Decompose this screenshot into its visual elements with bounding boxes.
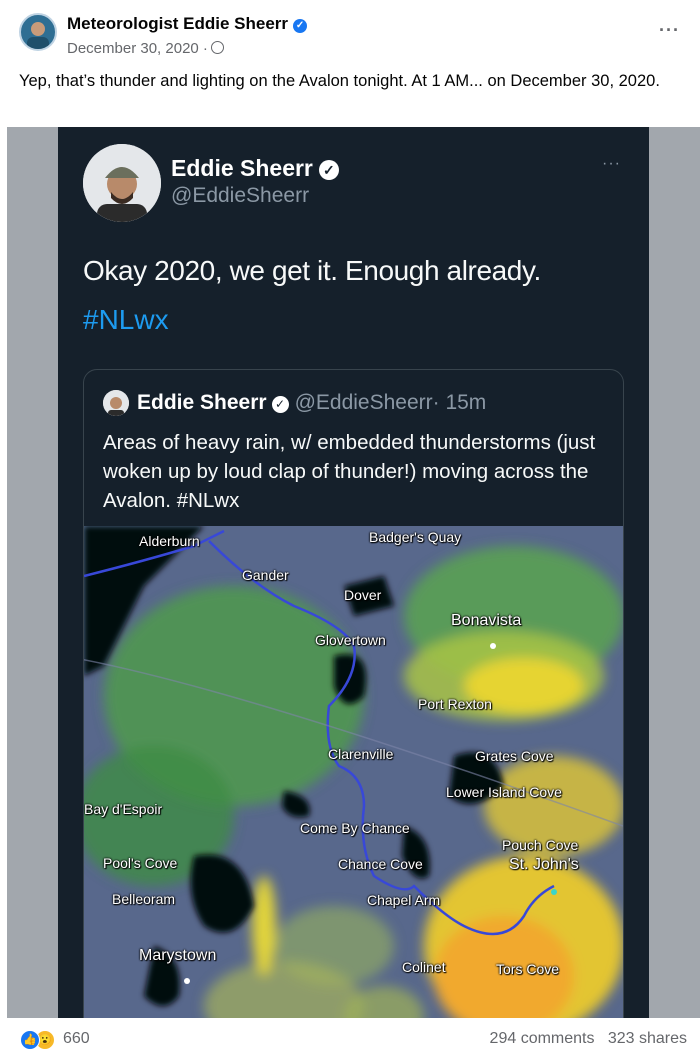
map-label: Chance Cove — [338, 856, 423, 872]
map-label: Lower Island Cove — [446, 784, 562, 800]
map-label: Pouch Cove — [502, 837, 579, 853]
tweet-hashtag-link[interactable]: #NLwx — [83, 304, 169, 336]
tweet-avatar[interactable] — [83, 144, 161, 222]
map-label: Grates Cove — [475, 748, 554, 764]
tweet-more-icon[interactable]: ··· — [602, 155, 621, 173]
map-label: Colinet — [402, 959, 446, 975]
radar-map-image[interactable]: Alderburn Badger's Quay Gander Dover Bon… — [84, 526, 623, 1018]
quoted-avatar[interactable] — [103, 390, 129, 416]
post-date[interactable]: December 30, 2020 · — [67, 40, 224, 57]
like-reaction-icon[interactable]: 👍 — [20, 1030, 40, 1050]
engagement-summary: 294 comments 323 shares — [490, 1030, 687, 1048]
verified-badge-icon: ✓ — [293, 19, 308, 33]
quoted-author-handle[interactable]: @EddieSheerr — [295, 391, 433, 414]
map-label: Badger's Quay — [369, 529, 462, 545]
comments-link[interactable]: 294 comments — [490, 1030, 595, 1047]
reactions-bar: 👍 😮 660 294 comments 323 shares — [0, 1018, 700, 1062]
globe-icon — [210, 41, 224, 54]
tweet-text: Okay 2020, we get it. Enough already. — [83, 255, 541, 286]
shares-link[interactable]: 323 shares — [608, 1030, 687, 1047]
map-label: St. John's — [509, 856, 579, 873]
post-date-text[interactable]: December 30, 2020 · — [67, 40, 208, 57]
more-options-icon[interactable]: ··· — [659, 20, 680, 41]
tweet-author-name[interactable]: Eddie Sheerr ✓ — [171, 155, 339, 182]
map-label: Port Rexton — [418, 696, 492, 712]
tweet-card: Eddie Sheerr ✓ @EddieSheerr ··· Okay 2020… — [58, 127, 649, 1018]
post-caption: Yep, that’s thunder and lighting on the … — [19, 72, 660, 90]
map-label: Alderburn — [139, 533, 200, 549]
tweet-author-name-text[interactable]: Eddie Sheerr — [171, 155, 313, 181]
reaction-count[interactable]: 660 — [63, 1030, 90, 1048]
map-label: Bonavista — [451, 612, 522, 629]
map-label: Gander — [242, 567, 289, 583]
quoted-timestamp[interactable]: · 15m — [433, 391, 487, 414]
map-label: Belleoram — [112, 891, 176, 907]
map-label: Bay d'Espoir — [84, 801, 163, 817]
author-avatar[interactable] — [19, 13, 57, 51]
author-name-text[interactable]: Meteorologist Eddie Sheerr — [67, 14, 288, 33]
map-label: Marystown — [139, 947, 217, 964]
quoted-text: Areas of heavy rain, w/ embedded thunder… — [103, 431, 596, 512]
tweet-author-handle[interactable]: @EddieSheerr — [171, 184, 309, 208]
map-label: Glovertown — [315, 632, 386, 648]
post-header: Meteorologist Eddie Sheerr ✓ December 30,… — [0, 0, 700, 62]
quoted-header: Eddie Sheerr ✓ @EddieSheerr· 15m — [137, 391, 486, 415]
verified-badge-icon: ✓ — [318, 160, 339, 180]
quoted-author-name[interactable]: Eddie Sheerr — [137, 391, 267, 414]
map-label: Dover — [344, 587, 382, 603]
verified-badge-icon: ✓ — [271, 396, 289, 413]
map-label: Clarenville — [328, 746, 394, 762]
author-name[interactable]: Meteorologist Eddie Sheerr ✓ — [67, 14, 308, 34]
map-label: Tors Cove — [496, 961, 560, 977]
quoted-tweet[interactable]: Eddie Sheerr ✓ @EddieSheerr· 15m Areas of … — [83, 369, 624, 1018]
map-label: Chapel Arm — [367, 892, 441, 908]
map-label: Pool's Cove — [103, 855, 178, 871]
map-label: Come By Chance — [300, 820, 410, 836]
